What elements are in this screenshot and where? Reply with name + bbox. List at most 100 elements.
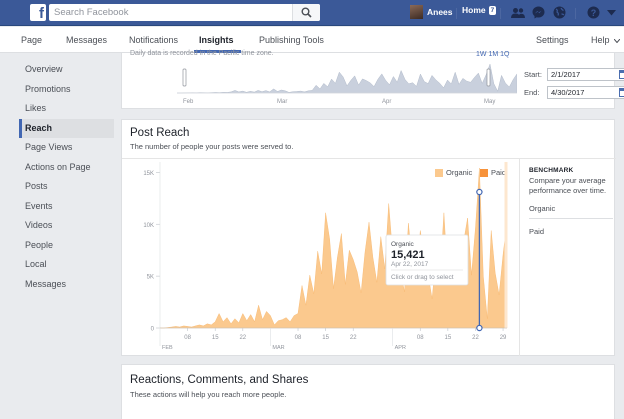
sidebar-item-reach[interactable]: Reach bbox=[19, 118, 114, 138]
profile-name: Anees bbox=[427, 7, 453, 17]
home-count-badge: 7 bbox=[488, 5, 497, 15]
sidebar-item-likes[interactable]: Likes bbox=[19, 99, 114, 119]
month-label: APR bbox=[395, 345, 406, 351]
y-tick-label: 5K bbox=[147, 275, 154, 281]
reactions-panel: Reactions, Comments, and Shares These ac… bbox=[121, 364, 615, 419]
end-date-row: End: bbox=[524, 86, 624, 99]
post-reach-title: Post Reach bbox=[130, 127, 190, 139]
tab-page[interactable]: Page bbox=[21, 35, 42, 45]
end-date-label: End: bbox=[524, 88, 540, 97]
sidebar-item-people[interactable]: People bbox=[19, 236, 114, 256]
x-tick-label: 08 bbox=[184, 335, 191, 341]
globe-icon bbox=[553, 6, 566, 19]
x-tick-label: 08 bbox=[417, 335, 424, 341]
help-menu[interactable]: Help bbox=[591, 35, 621, 45]
benchmark-description: Compare your average performance over ti… bbox=[529, 176, 607, 195]
friends-icon bbox=[510, 7, 525, 18]
start-date-input[interactable] bbox=[547, 68, 624, 81]
caret-down-icon bbox=[607, 9, 616, 15]
x-tick-label: 15 bbox=[322, 335, 329, 341]
start-date-row: Start: bbox=[524, 68, 624, 81]
post-reach-subtitle: The number of people your posts were ser… bbox=[130, 142, 294, 151]
sidebar-item-page-views[interactable]: Page Views bbox=[19, 138, 114, 158]
cursor-handle-bottom bbox=[476, 324, 483, 332]
friend-requests-button[interactable] bbox=[510, 5, 525, 20]
search-box bbox=[49, 4, 320, 21]
overview-sparkline bbox=[177, 63, 517, 94]
sidebar-item-promotions[interactable]: Promotions bbox=[19, 80, 114, 100]
sidebar-item-messages[interactable]: Messages bbox=[19, 275, 114, 295]
range-end-handle[interactable] bbox=[486, 68, 491, 87]
overview-month-label: Apr bbox=[382, 99, 391, 105]
sidebar-item-events[interactable]: Events bbox=[19, 197, 114, 217]
sidebar-item-local[interactable]: Local bbox=[19, 255, 114, 275]
home-link[interactable]: Home 7 bbox=[462, 5, 497, 15]
benchmark-organic[interactable]: Organic bbox=[529, 200, 613, 219]
benchmark-paid[interactable]: Paid bbox=[529, 223, 613, 241]
top-divider bbox=[575, 8, 576, 19]
end-date-input[interactable] bbox=[547, 86, 624, 99]
page-nav: Page Messages Notifications Insights Pub… bbox=[0, 27, 624, 53]
tab-messages[interactable]: Messages bbox=[66, 35, 107, 45]
tooltip-series: Organic bbox=[391, 241, 415, 248]
overview-month-label: May bbox=[484, 99, 495, 105]
x-tick-label: 29 bbox=[500, 335, 507, 341]
month-label: MAR bbox=[272, 345, 284, 351]
overview-month-label: Mar bbox=[277, 99, 287, 105]
facebook-logo-icon[interactable]: f bbox=[30, 4, 46, 21]
sidebar-item-videos[interactable]: Videos bbox=[19, 216, 114, 236]
home-label: Home bbox=[462, 5, 486, 15]
sidebar-item-overview[interactable]: Overview bbox=[19, 60, 114, 80]
sidebar-item-actions-on-page[interactable]: Actions on Page bbox=[19, 158, 114, 178]
range-start-handle[interactable] bbox=[182, 68, 187, 87]
question-icon: ? bbox=[587, 6, 600, 19]
start-date-label: Start: bbox=[524, 70, 542, 79]
benchmark-panel: BENCHMARK Compare your average performan… bbox=[529, 167, 613, 241]
profile-link[interactable]: Anees bbox=[410, 5, 453, 19]
tab-notifications[interactable]: Notifications bbox=[129, 35, 178, 45]
chevron-down-icon bbox=[613, 38, 621, 43]
messenger-icon bbox=[532, 6, 545, 19]
y-tick-label: 15K bbox=[143, 171, 154, 177]
tooltip-hint: Click or drag to select bbox=[391, 274, 454, 281]
y-tick-label: 0 bbox=[151, 327, 155, 333]
overview-timeline[interactable]: Feb Mar Apr May bbox=[177, 55, 517, 107]
top-divider bbox=[500, 8, 501, 19]
top-divider bbox=[456, 8, 457, 19]
settings-link[interactable]: Settings bbox=[536, 35, 569, 45]
search-input[interactable] bbox=[49, 4, 289, 21]
x-tick-label: 08 bbox=[295, 335, 302, 341]
sidebar-item-posts[interactable]: Posts bbox=[19, 177, 114, 197]
search-button[interactable] bbox=[292, 4, 320, 21]
tooltip-value: 15,421 bbox=[391, 249, 425, 261]
messenger-button[interactable] bbox=[531, 5, 546, 20]
account-menu-button[interactable] bbox=[604, 5, 619, 20]
tab-publishing-tools[interactable]: Publishing Tools bbox=[259, 35, 324, 45]
post-reach-panel: Post Reach The number of people your pos… bbox=[121, 119, 616, 356]
y-axis: 0 5K 10K 15K bbox=[143, 162, 161, 333]
benchmark-title: BENCHMARK bbox=[529, 167, 574, 174]
month-label: FEB bbox=[162, 345, 173, 351]
reactions-title: Reactions, Comments, and Shares bbox=[130, 374, 309, 386]
panel-divider bbox=[122, 158, 616, 159]
svg-text:?: ? bbox=[591, 8, 597, 18]
x-tick-label: 22 bbox=[350, 335, 357, 341]
calendar-icon[interactable] bbox=[619, 70, 624, 79]
avatar bbox=[410, 5, 423, 19]
x-tick-label: 15 bbox=[212, 335, 219, 341]
x-tick-label: 22 bbox=[239, 335, 246, 341]
search-icon bbox=[301, 7, 312, 18]
panel-divider bbox=[519, 158, 520, 356]
x-tick-label: 22 bbox=[472, 335, 479, 341]
top-bar: f Anees Home 7 bbox=[0, 0, 624, 26]
cursor-handle-top bbox=[476, 188, 483, 196]
tooltip-date: Apr 22, 2017 bbox=[391, 261, 429, 268]
y-tick-label: 10K bbox=[143, 223, 154, 229]
calendar-icon[interactable] bbox=[619, 88, 624, 97]
help-button[interactable]: ? bbox=[586, 5, 601, 20]
tab-insights[interactable]: Insights bbox=[199, 35, 234, 45]
notifications-button[interactable] bbox=[552, 5, 567, 20]
insights-sidebar: Overview Promotions Likes Reach Page Vie… bbox=[19, 60, 114, 294]
post-reach-chart[interactable]: 05K10K15K 08 15 22 08 15 22 08 15 22 29FEB MAR APR … bbox=[122, 160, 514, 356]
date-range-panel: Daily data is recorded in the Pacific ti… bbox=[121, 50, 624, 109]
